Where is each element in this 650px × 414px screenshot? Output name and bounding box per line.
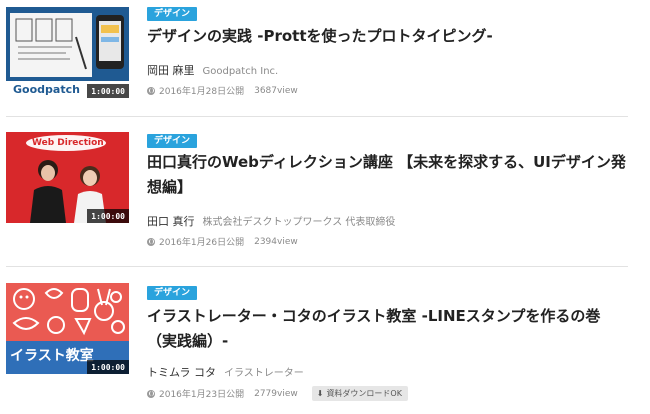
view-count: 3687view <box>254 85 298 96</box>
author-line: トミムラ コタ イラストレーター <box>147 364 304 380</box>
course-title[interactable]: デザインの実践 -Prottを使ったプロトタイピング- <box>147 24 627 49</box>
author-line: 田口 真行 株式会社デスクトップワークス 代表取締役 <box>147 213 395 229</box>
duration-badge: 1:00:00 <box>87 84 129 98</box>
author-line: 岡田 麻里 Goodpatch Inc. <box>147 62 278 78</box>
author-affiliation: イラストレーター <box>223 368 304 379</box>
course-meta: 2016年1月23日公開 2779view ⬇ 資料ダウンロードOK <box>147 386 408 401</box>
view-count: 2779view <box>254 388 298 399</box>
globe-icon <box>147 237 155 246</box>
divider <box>6 266 628 267</box>
download-icon: ⬇ <box>316 389 324 398</box>
author-name[interactable]: 岡田 麻里 <box>147 64 195 77</box>
course-list: Goodpatch 1:00:00 デザイン デザインの実践 -Prottを使っ… <box>0 0 650 414</box>
view-count: 2394view <box>254 236 298 247</box>
course-thumbnail[interactable]: Goodpatch 1:00:00 <box>6 7 129 98</box>
thumbnail-caption: イラスト教室 <box>10 348 94 364</box>
duration-badge: 1:00:00 <box>87 209 129 223</box>
globe-icon <box>147 389 155 398</box>
author-affiliation: Goodpatch Inc. <box>202 66 279 77</box>
category-tag[interactable]: デザイン <box>147 286 198 300</box>
course-title[interactable]: 田口真行のWebディレクション講座 【未来を探求する、UIデザイン発想編】 <box>147 150 627 200</box>
course-meta: 2016年1月26日公開 2394view <box>147 235 298 248</box>
author-name[interactable]: 田口 真行 <box>147 215 195 228</box>
author-affiliation: 株式会社デスクトップワークス 代表取締役 <box>202 217 396 228</box>
download-badge-label: 資料ダウンロードOK <box>326 389 402 398</box>
publish-date: 2016年1月23日公開 <box>159 390 245 400</box>
publish-date: 2016年1月28日公開 <box>159 87 245 97</box>
category-tag[interactable]: デザイン <box>147 7 198 21</box>
course-thumbnail[interactable]: Web Direction 1:00:00 <box>6 132 129 223</box>
category-tag[interactable]: デザイン <box>147 134 198 148</box>
author-name[interactable]: トミムラ コタ <box>147 366 216 379</box>
web-direction-sign: Web Direction <box>32 138 104 148</box>
course-title[interactable]: イラストレーター・コタのイラスト教室 -LINEスタンプを作るの巻（実践編）- <box>147 304 627 354</box>
course-meta: 2016年1月28日公開 3687view <box>147 84 298 97</box>
duration-badge: 1:00:00 <box>87 360 129 374</box>
divider <box>6 116 628 117</box>
publish-date: 2016年1月26日公開 <box>159 238 245 248</box>
download-ok-badge[interactable]: ⬇ 資料ダウンロードOK <box>311 386 408 401</box>
goodpatch-logo-text: Goodpatch <box>13 83 80 96</box>
course-thumbnail[interactable]: イラスト教室 1:00:00 <box>6 283 129 374</box>
globe-icon <box>147 86 155 95</box>
